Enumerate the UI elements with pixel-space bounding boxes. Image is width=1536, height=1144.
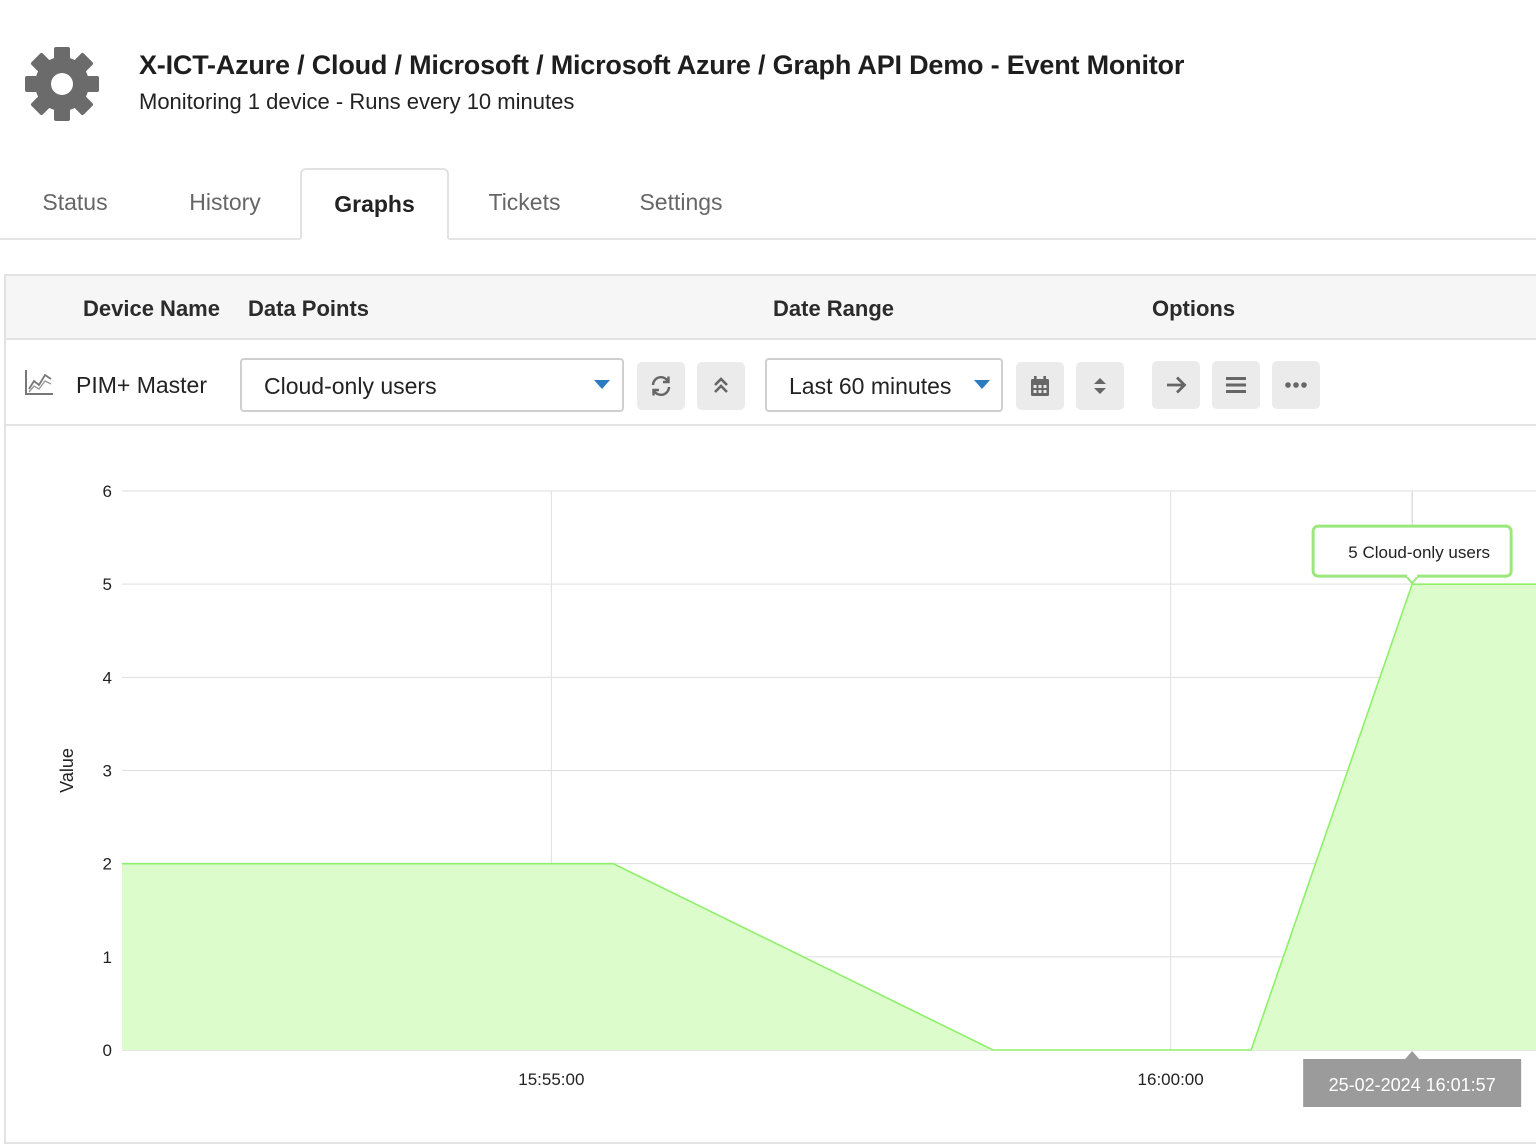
calendar-icon — [1028, 374, 1052, 398]
page-title: X-ICT-Azure / Cloud / Microsoft / Micros… — [139, 50, 1184, 81]
data-points-select[interactable]: Cloud-only users — [240, 358, 624, 412]
y-tick-label: 0 — [103, 1041, 112, 1060]
arrow-right-icon — [1164, 373, 1188, 397]
menu-button[interactable] — [1212, 361, 1260, 409]
date-range-select[interactable]: Last 60 minutes — [765, 358, 1003, 412]
y-tick-label: 1 — [103, 948, 112, 967]
data-points-value: Cloud-only users — [264, 373, 437, 400]
tooltip-label: 5 Cloud-only users — [1348, 543, 1490, 562]
tooltip-pointer — [1406, 576, 1418, 583]
ellipsis-icon — [1284, 373, 1308, 397]
hamburger-icon — [1224, 373, 1248, 397]
date-range-value: Last 60 minutes — [789, 373, 951, 400]
x-tick-label: 15:55:00 — [518, 1070, 584, 1089]
more-button[interactable] — [1272, 361, 1320, 409]
gear-icon — [22, 44, 102, 124]
chevron-down-icon — [974, 380, 990, 389]
calendar-button[interactable] — [1016, 362, 1064, 410]
device-row: PIM+ Master Cloud-only users Last 60 min… — [6, 340, 1536, 426]
tab-status[interactable]: Status — [0, 168, 150, 238]
table-header: Device Name Data Points Date Range Optio… — [6, 276, 1536, 340]
y-tick-label: 4 — [103, 668, 112, 687]
column-header-data-points: Data Points — [248, 296, 369, 322]
y-tick-label: 2 — [103, 855, 112, 874]
y-tick-label: 3 — [103, 762, 112, 781]
sort-icon — [1088, 374, 1112, 398]
chevron-down-icon — [594, 380, 610, 389]
area-chart[interactable]: 0 1 2 3 4 5 6 15:55:00 16:00:00 Value 5 Cloud-only… — [0, 425, 1536, 1132]
series-area — [122, 584, 1536, 1050]
column-header-options: Options — [1152, 296, 1235, 322]
column-header-device-name: Device Name — [83, 296, 220, 322]
y-tick-label: 5 — [103, 575, 112, 594]
tab-tickets[interactable]: Tickets — [449, 168, 600, 238]
device-name: PIM+ Master — [76, 372, 207, 399]
y-tick-label: 6 — [103, 482, 112, 501]
forward-button[interactable] — [1152, 361, 1200, 409]
x-tick-label: 16:00:00 — [1138, 1070, 1204, 1089]
tab-settings[interactable]: Settings — [600, 168, 762, 238]
page-subtitle: Monitoring 1 device - Runs every 10 minu… — [139, 89, 574, 115]
tab-graphs[interactable]: Graphs — [300, 168, 449, 240]
refresh-button[interactable] — [637, 362, 685, 410]
crosshair-label-pointer — [1405, 1051, 1419, 1059]
tab-bar: Status History Graphs Tickets Settings — [0, 168, 1536, 240]
refresh-icon — [649, 374, 673, 398]
tooltip-pointer-mask — [1407, 573, 1417, 577]
double-chevron-up-icon — [709, 374, 733, 398]
crosshair-label: 25-02-2024 16:01:57 — [1329, 1075, 1496, 1095]
line-chart-icon — [24, 368, 54, 396]
y-axis-label: Value — [57, 748, 77, 793]
sort-button[interactable] — [1076, 362, 1124, 410]
collapse-button[interactable] — [697, 362, 745, 410]
column-header-date-range: Date Range — [773, 296, 894, 322]
tab-history[interactable]: History — [150, 168, 300, 238]
